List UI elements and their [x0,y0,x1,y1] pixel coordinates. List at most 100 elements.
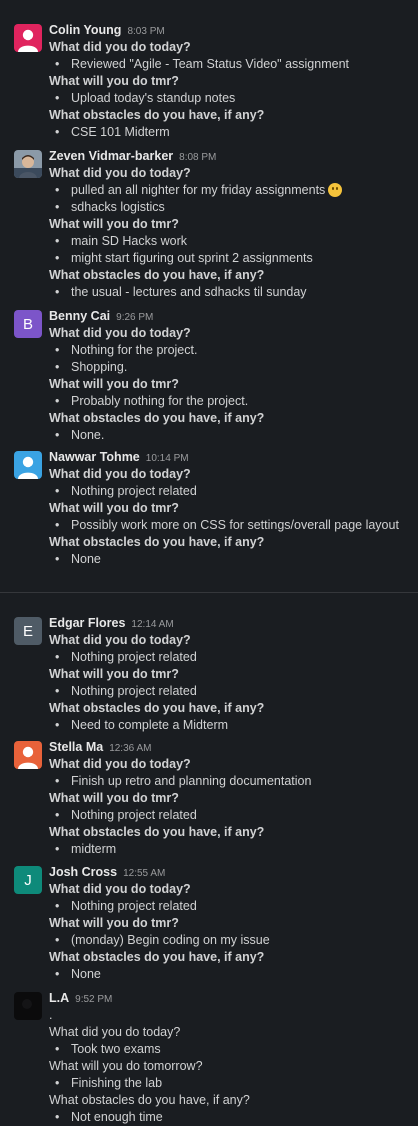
question-heading: What will you do tmr? [49,377,179,391]
question-heading: What will you do tmr? [49,667,179,681]
bullet-item: Nothing project related [49,683,412,700]
timestamp[interactable]: 12:55 AM [123,868,165,879]
bullet-list: None [49,966,412,983]
profile-photo-icon [14,992,42,1020]
message-header: Zeven Vidmar-barker 8:08 PM [49,148,412,165]
avatar[interactable] [14,451,42,479]
timestamp[interactable]: 12:14 AM [131,619,173,630]
question-heading: What will you do tmr? [49,791,179,805]
bullet-list: Upload today's standup notes [49,90,412,107]
bullet-item: Finishing the lab [49,1075,412,1092]
question-heading: What obstacles do you have, if any? [49,950,265,964]
bullet-item: Upload today's standup notes [49,90,412,107]
sender-name[interactable]: Stella Ma [49,740,103,754]
bullet-item: Nothing project related [49,807,412,824]
avatar[interactable] [14,24,42,52]
question-heading: What will you do tmr? [49,74,179,88]
avatar[interactable] [14,992,42,1020]
sender-name[interactable]: Edgar Flores [49,616,125,630]
bullet-item: main SD Hacks work [49,233,412,250]
bullet-text: Need to complete a Midterm [71,718,229,732]
bullet-text: Finish up retro and planning documentati… [71,774,312,788]
bullet-item: midterm [49,841,412,858]
bullet-item: Possibly work more on CSS for settings/o… [49,517,412,534]
question-heading: What obstacles do you have, if any? [49,825,265,839]
bullet-list: CSE 101 Midterm [49,124,412,141]
bullet-item: Nothing project related [49,483,412,500]
message-text: . [49,1008,53,1022]
bullet-text: Possibly work more on CSS for settings/o… [71,518,399,532]
bullet-item: Shopping. [49,359,412,376]
question-heading: What obstacles do you have, if any? [49,701,265,715]
message-content: Edgar Flores 12:14 AM What did you do toda… [49,615,412,734]
bullet-text: midterm [71,842,117,856]
sender-name[interactable]: Colin Young [49,23,121,37]
bullet-item: (monday) Begin coding on my issue [49,932,412,949]
bullet-item: Need to complete a Midterm [49,717,412,734]
bullet-list: Possibly work more on CSS for settings/o… [49,517,412,534]
timestamp[interactable]: 8:03 PM [127,26,164,37]
bullet-list: Nothing project related [49,683,412,700]
bullet-text: Shopping. [71,360,128,374]
bullet-list: Reviewed "Agile - Team Status Video" ass… [49,56,412,73]
avatar[interactable] [14,741,42,769]
bullet-list: Nothing for the project. Shopping. [49,342,412,376]
profile-photo-icon [14,150,42,178]
question-heading: What will you do tmr? [49,501,179,515]
bullet-text: Not enough time [71,1110,163,1124]
bullet-text: None [71,967,101,981]
question-heading: What obstacles do you have, if any? [49,535,265,549]
message-header: Stella Ma 12:36 AM [49,739,412,756]
bullet-list: main SD Hacks work might start figuring o… [49,233,412,267]
bullet-list: None [49,551,412,568]
avatar-initial: J [24,871,32,889]
bullet-text: Nothing project related [71,684,197,698]
message-header: Nawwar Tohme 10:14 PM [49,449,412,466]
avatar[interactable]: E [14,617,42,645]
bullet-text: None. [71,428,105,442]
day-divider [0,592,418,593]
bullet-text: Took two exams [71,1042,161,1056]
bullet-item: Reviewed "Agile - Team Status Video" ass… [49,56,412,73]
sender-name[interactable]: L.A [49,991,69,1005]
avatar-initial: B [22,315,33,333]
avatar[interactable] [14,150,42,178]
bullet-text: Upload today's standup notes [71,91,236,105]
question-heading: What did you do today? [49,882,191,896]
bullet-list: Nothing project related [49,898,412,915]
bullet-list: None. [49,427,412,444]
message-content: L.A 9:52 PM. What did you do today? Took tw… [49,990,412,1126]
bullet-list: Not enough time [49,1109,412,1126]
timestamp[interactable]: 10:14 PM [146,453,189,464]
timestamp[interactable]: 12:36 AM [109,743,151,754]
timestamp[interactable]: 9:26 PM [116,312,153,323]
question-heading: What did you do today? [49,633,191,647]
bullet-text: (monday) Begin coding on my issue [71,933,270,947]
message-content: Zeven Vidmar-barker 8:08 PM What did you d… [49,148,412,301]
question-heading: What did you do today? [49,467,191,481]
avatar[interactable]: J [14,866,42,894]
bullet-item: Took two exams [49,1041,412,1058]
question-heading: What did you do today? [49,1025,181,1039]
sender-name[interactable]: Nawwar Tohme [49,450,140,464]
bullet-list: Nothing project related [49,649,412,666]
message-content: Benny Cai 9:26 PM What did you do today? No… [49,308,412,444]
bullet-item: Nothing for the project. [49,342,412,359]
sender-name[interactable]: Zeven Vidmar-barker [49,149,173,163]
bullet-text: CSE 101 Midterm [71,125,170,139]
timestamp[interactable]: 9:52 PM [75,994,112,1005]
bullet-list: Probably nothing for the project. [49,393,412,410]
avatar[interactable]: B [14,310,42,338]
bullet-text: sdhacks logistics [71,200,165,214]
bullet-list: Need to complete a Midterm [49,717,412,734]
sender-name[interactable]: Josh Cross [49,865,117,879]
timestamp[interactable]: 8:08 PM [179,152,216,163]
slightly-smiling-face-icon[interactable] [328,183,343,197]
bullet-text: Nothing project related [71,808,197,822]
bullet-item: Nothing project related [49,649,412,666]
sender-name[interactable]: Benny Cai [49,309,110,323]
bullet-text: Nothing project related [71,899,197,913]
bullet-list: Finishing the lab [49,1075,412,1092]
bullet-text: might start figuring out sprint 2 assign… [71,251,313,265]
bullet-text: pulled an all nighter for my friday assi… [71,183,326,197]
